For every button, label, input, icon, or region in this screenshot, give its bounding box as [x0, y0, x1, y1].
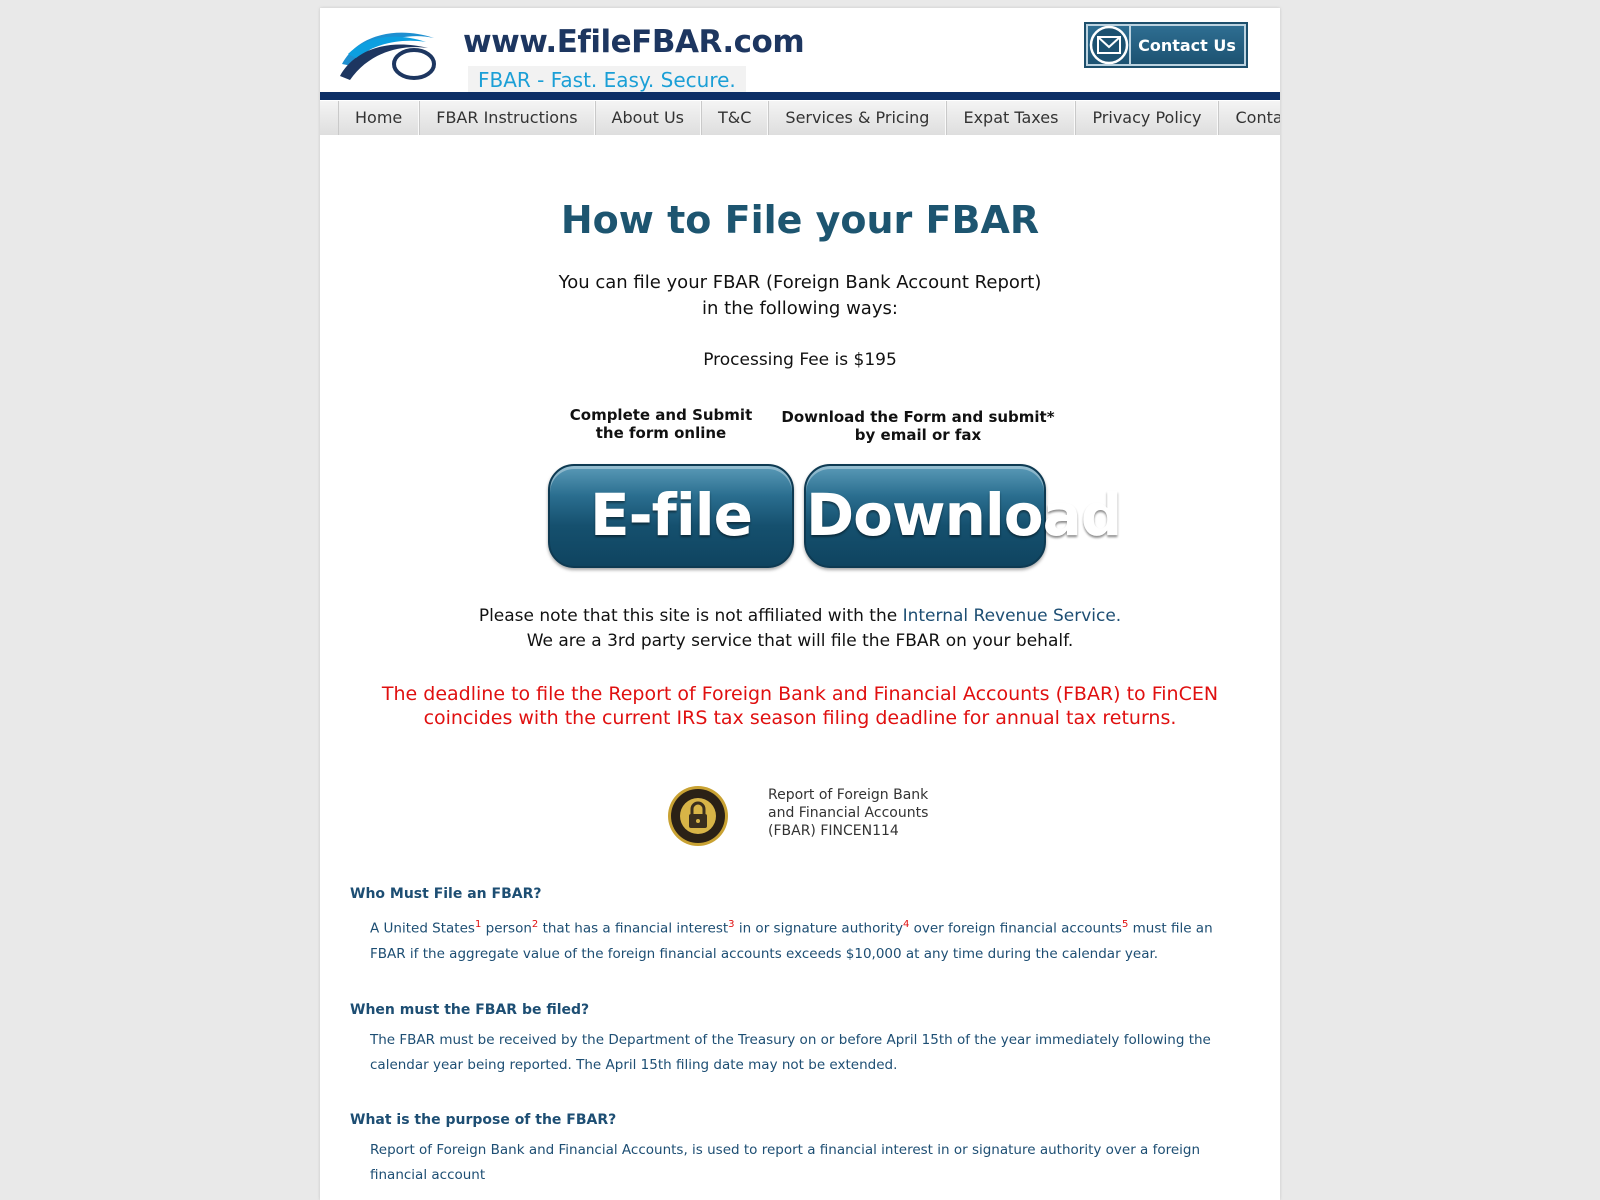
mail-icon: [1089, 25, 1131, 65]
page-title: How to File your FBAR: [560, 198, 1040, 242]
note-prefix: Please note that this site is not affili…: [478, 606, 903, 626]
faq-answer-purpose: Report of Foreign Bank and Financial Acc…: [370, 1142, 1201, 1183]
site-logo[interactable]: www.EfileFBAR.com FBAR - Fast. Easy. Sec…: [338, 22, 805, 94]
faq-question-who-must-file: Who Must File an FBAR?: [350, 886, 542, 902]
seal-caption-line-3: (FBAR) FINCEN114: [768, 823, 899, 839]
faq-a1-text-2: person: [481, 920, 532, 937]
faq-answer-when-filed: The FBAR must be received by the Departm…: [370, 1032, 1211, 1073]
download-caption-line-2: by email or fax: [854, 426, 982, 444]
nav-item-fbar-instructions[interactable]: FBAR Instructions: [419, 101, 595, 135]
contact-us-label: Contact Us: [1138, 35, 1236, 55]
nav-item-contact-us[interactable]: Contact Us: [1218, 101, 1280, 135]
faq-question-when-filed: When must the FBAR be filed?: [350, 1002, 590, 1018]
faq-a1-text-5: over foreign financial accounts: [909, 920, 1122, 937]
main-nav: Home FBAR Instructions About Us T&C Serv…: [320, 101, 1280, 135]
download-caption-line-1: Download the Form and submit*: [781, 408, 1055, 426]
note-line-2: We are a 3rd party service that will fil…: [526, 631, 1074, 651]
seal-caption-line-1: Report of Foreign Bank: [768, 787, 929, 803]
header-divider: [320, 92, 1280, 100]
efile-caption-line-1: Complete and Submit: [569, 406, 753, 424]
nav-item-about-us[interactable]: About Us: [594, 101, 701, 135]
faq-a1-text-1: A United States: [370, 920, 475, 937]
logo-title: www.EfileFBAR.com: [463, 24, 805, 60]
intro-line-2: in the following ways:: [702, 298, 898, 319]
page-container: www.EfileFBAR.com FBAR - Fast. Easy. Sec…: [320, 8, 1280, 1200]
deadline-line-1: The deadline to file the Report of Forei…: [381, 683, 1219, 705]
faq-question-purpose: What is the purpose of the FBAR?: [350, 1112, 617, 1128]
nav-item-expat-taxes[interactable]: Expat Taxes: [946, 101, 1076, 135]
contact-us-button[interactable]: Contact Us: [1084, 22, 1248, 68]
site-header: www.EfileFBAR.com FBAR - Fast. Easy. Sec…: [320, 8, 1280, 94]
download-caption: Download the Form and submit* by email o…: [778, 408, 1058, 444]
faq-a1-text-3: that has a financial interest: [538, 920, 729, 937]
faq-a1-text-4: in or signature authority: [734, 920, 903, 937]
download-button[interactable]: Download: [804, 464, 1122, 568]
secure-seal-icon: [668, 786, 728, 846]
note-line-1: Please note that this site is not affili…: [320, 604, 1280, 629]
seal-caption-line-2: and Financial Accounts: [768, 805, 929, 821]
intro-line-1: You can file your FBAR (Foreign Bank Acc…: [558, 272, 1042, 293]
efile-button[interactable]: E-file: [548, 464, 794, 568]
nav-item-terms[interactable]: T&C: [700, 101, 769, 135]
seal-caption: Report of Foreign Bank and Financial Acc…: [768, 786, 928, 840]
logo-tagline: FBAR - Fast. Easy. Secure.: [468, 66, 746, 94]
logo-swoosh-icon: [340, 32, 436, 80]
irs-link[interactable]: Internal Revenue Service.: [903, 606, 1122, 626]
faq-answer-who-must-file: A United States1 person2 that has a fina…: [370, 912, 1230, 967]
deadline-line-2: coincides with the current IRS tax seaso…: [423, 707, 1177, 729]
processing-fee: Processing Fee is $195: [703, 350, 897, 370]
efile-caption-line-2: the form online: [595, 424, 727, 442]
affiliation-note: Please note that this site is not affili…: [320, 604, 1280, 654]
intro-text: You can file your FBAR (Foreign Bank Acc…: [320, 270, 1280, 322]
nav-item-services-pricing[interactable]: Services & Pricing: [768, 101, 947, 135]
efile-caption: Complete and Submit the form online: [526, 406, 796, 442]
nav-item-home[interactable]: Home: [338, 101, 420, 135]
deadline-notice: The deadline to file the Report of Forei…: [320, 682, 1280, 730]
nav-item-privacy-policy[interactable]: Privacy Policy: [1075, 101, 1219, 135]
